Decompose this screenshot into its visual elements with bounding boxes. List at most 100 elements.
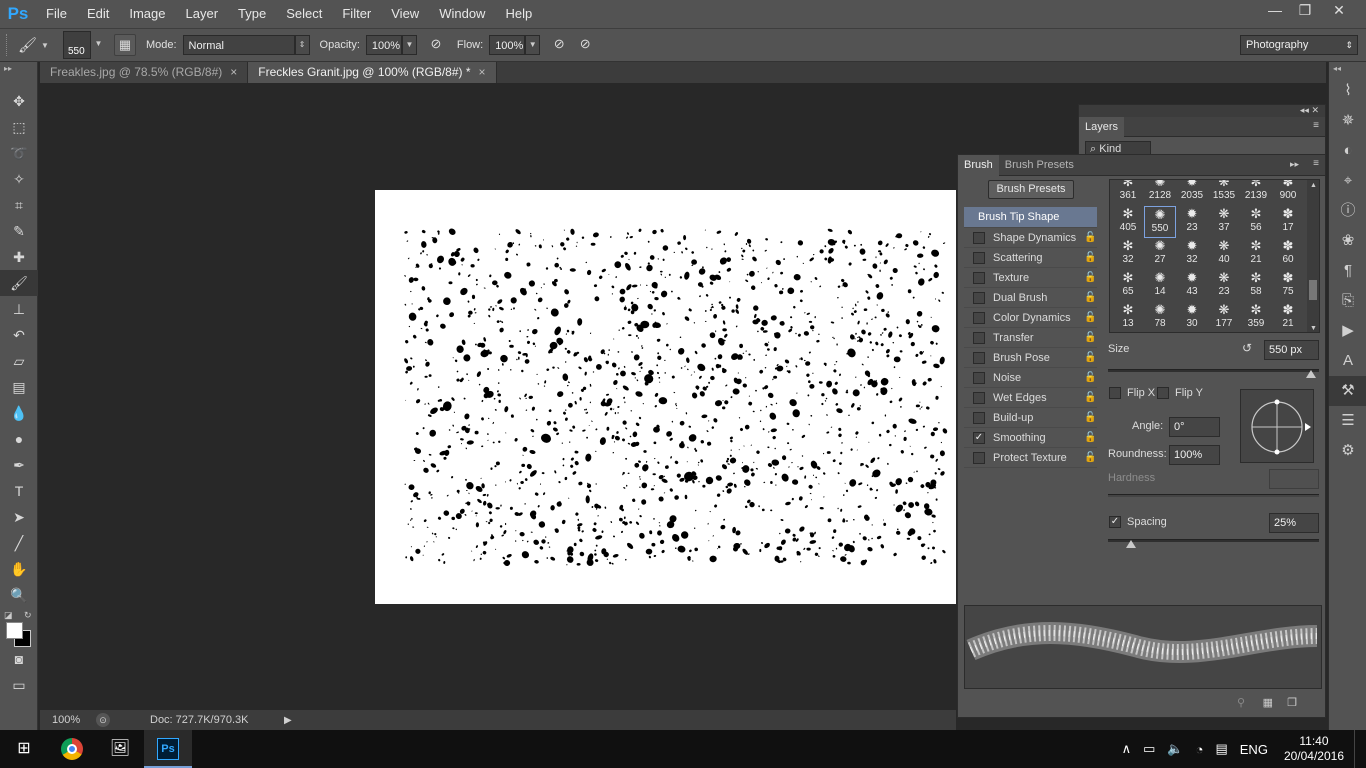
magic-wand-tool-icon[interactable]: ✧ (0, 166, 38, 192)
brush-option-row[interactable]: Texture 🔓 (964, 268, 1097, 288)
volume-icon[interactable]: 🔈 (1167, 741, 1183, 757)
chrome-taskbar-icon[interactable] (48, 730, 96, 768)
collapse-icon[interactable]: ◂◂ (1300, 105, 1309, 115)
brush-presets-button[interactable]: Brush Presets (988, 180, 1074, 199)
size-input[interactable]: 550 px (1264, 340, 1319, 360)
tab-brush-presets[interactable]: Brush Presets (999, 155, 1080, 176)
brush-tip[interactable]: ✼ 359 (1240, 302, 1272, 332)
status-menu-arrow-icon[interactable]: ▶ (284, 715, 292, 726)
brush-option-checkbox[interactable] (973, 251, 985, 264)
brush-tip[interactable]: ✽ 21 (1272, 302, 1304, 332)
brush-panel-toggle-icon[interactable]: ▦ (113, 34, 136, 56)
spacing-slider-thumb[interactable] (1126, 540, 1137, 548)
brush-option-checkbox[interactable] (973, 351, 985, 364)
crop-tool-icon[interactable]: ⌗ (0, 192, 38, 218)
properties-icon[interactable]: ⚙ (1329, 436, 1366, 466)
close-icon[interactable]: × (230, 65, 237, 79)
character-icon[interactable]: A (1329, 346, 1366, 376)
brush-option-row[interactable]: Noise 🔓 (964, 368, 1097, 388)
document-canvas[interactable] (375, 190, 956, 604)
action-center-icon[interactable]: ▤ (1215, 741, 1227, 757)
brush-tip[interactable]: ❋ 23 (1208, 270, 1240, 302)
line-tool-icon[interactable]: ╱ (0, 530, 38, 556)
brush-tip[interactable]: ✹ 43 (1176, 270, 1208, 302)
spacing-slider[interactable] (1108, 539, 1319, 542)
mode-chevron-icon[interactable]: ⇕ (294, 35, 310, 55)
tool-presets-icon[interactable]: ☰ (1329, 406, 1366, 436)
brush-tip[interactable]: ✹ 32 (1176, 238, 1208, 270)
brush-tip[interactable]: ❋ 177 (1208, 302, 1240, 332)
brush-tip[interactable]: ✺ 2128 (1144, 180, 1176, 206)
brush-tip[interactable]: ❋ 37 (1208, 206, 1240, 238)
lock-icon[interactable]: 🔓 (1084, 392, 1096, 403)
path-selection-tool-icon[interactable]: ➤ (0, 504, 38, 530)
zoom-level[interactable]: 100% (52, 714, 90, 726)
screen-mode-icon[interactable]: ▭ (0, 672, 38, 698)
menu-type[interactable]: Type (228, 0, 276, 28)
brush-tool-icon[interactable]: 🖌 (18, 36, 37, 54)
marquee-tool-icon[interactable]: ⬚ (0, 114, 38, 140)
brush-option-checkbox[interactable] (973, 271, 985, 284)
menu-image[interactable]: Image (119, 0, 175, 28)
lock-icon[interactable]: 🔓 (1084, 272, 1096, 283)
brush-grid-icon[interactable]: ▦ (1263, 696, 1273, 709)
lock-icon[interactable]: 🔓 (1084, 252, 1096, 263)
flow-input[interactable]: 100% (489, 35, 526, 55)
brush-tip[interactable]: ✹ 2035 (1176, 180, 1208, 206)
brush-option-row[interactable]: Build-up 🔓 (964, 408, 1097, 428)
lock-icon[interactable]: 🔓 (1084, 332, 1096, 343)
close-button[interactable]: ✕ (1322, 0, 1356, 22)
toggle-live-tip-icon[interactable]: ⚲ (1237, 696, 1245, 709)
brush-tip[interactable]: ✺ 550 (1144, 206, 1176, 238)
menu-file[interactable]: File (36, 0, 77, 28)
history-icon[interactable]: ⌇ (1329, 76, 1366, 106)
photoshop-taskbar-icon[interactable]: Ps (144, 730, 192, 768)
lock-icon[interactable]: 🔓 (1084, 412, 1096, 423)
show-desktop-button[interactable] (1354, 730, 1358, 768)
lock-icon[interactable]: 🔓 (1084, 312, 1096, 323)
tip-grid-scrollbar[interactable]: ▲ ▼ (1307, 180, 1319, 332)
brush-tip[interactable]: ✻ 405 (1112, 206, 1144, 238)
brush-option-row[interactable]: Dual Brush 🔓 (964, 288, 1097, 308)
menu-filter[interactable]: Filter (332, 0, 381, 28)
type-tool-icon[interactable]: T (0, 478, 38, 504)
brush-option-checkbox[interactable] (973, 311, 985, 324)
dock-collapse-icon[interactable]: ◂◂ (1329, 62, 1366, 76)
flip-x-checkbox[interactable] (1109, 387, 1121, 399)
opacity-chevron-icon[interactable]: ▼ (401, 35, 417, 55)
tab-freckles-granit[interactable]: Freckles Granit.jpg @ 100% (RGB/8#) * × (248, 62, 497, 83)
clone-source-icon[interactable]: ⎘ (1329, 286, 1366, 316)
brush-option-checkbox[interactable] (973, 371, 985, 384)
brush-tip[interactable]: ✻ 13 (1112, 302, 1144, 332)
lock-icon[interactable]: 🔓 (1084, 232, 1096, 243)
size-slider[interactable] (1108, 369, 1319, 372)
size-slider-thumb[interactable] (1305, 370, 1316, 378)
menu-help[interactable]: Help (495, 0, 542, 28)
brush-tip[interactable]: ✹ 23 (1176, 206, 1208, 238)
brush-option-checkbox[interactable] (973, 391, 985, 404)
paragraph-icon[interactable]: ¶ (1329, 256, 1366, 286)
gradient-tool-icon[interactable]: ▤ (0, 374, 38, 400)
language-indicator[interactable]: ENG (1240, 742, 1268, 757)
brush-option-checkbox[interactable] (973, 291, 985, 304)
brush-tip[interactable]: ✺ 14 (1144, 270, 1176, 302)
angle-arrow-icon[interactable] (1305, 423, 1311, 431)
eraser-tool-icon[interactable]: ▱ (0, 348, 38, 374)
menu-window[interactable]: Window (429, 0, 495, 28)
airbrush-icon[interactable]: ⊘ (548, 34, 570, 56)
brush-option-checkbox[interactable]: ✓ (973, 431, 985, 444)
scroll-down-icon[interactable]: ▼ (1310, 325, 1317, 332)
brush-tip[interactable]: ✽ 60 (1272, 238, 1304, 270)
tab-brush[interactable]: Brush (958, 155, 999, 176)
brush-option-checkbox[interactable] (973, 451, 985, 464)
menu-view[interactable]: View (381, 0, 429, 28)
eyedropper-tool-icon[interactable]: ✎ (0, 218, 38, 244)
new-preset-icon[interactable]: ❐ (1287, 696, 1297, 709)
panel-menu-icon[interactable]: ≡ (1313, 120, 1319, 131)
brush-option-row[interactable]: Shape Dynamics 🔓 (964, 228, 1097, 248)
brush-tip[interactable]: ✻ 65 (1112, 270, 1144, 302)
pressure-opacity-icon[interactable]: ⊘ (425, 34, 447, 56)
panel-menu-icon[interactable]: ≡ (1313, 158, 1319, 169)
photos-taskbar-icon[interactable]: 🖼 (96, 730, 144, 768)
brush-tool-icon[interactable]: 🖌 (0, 270, 38, 296)
